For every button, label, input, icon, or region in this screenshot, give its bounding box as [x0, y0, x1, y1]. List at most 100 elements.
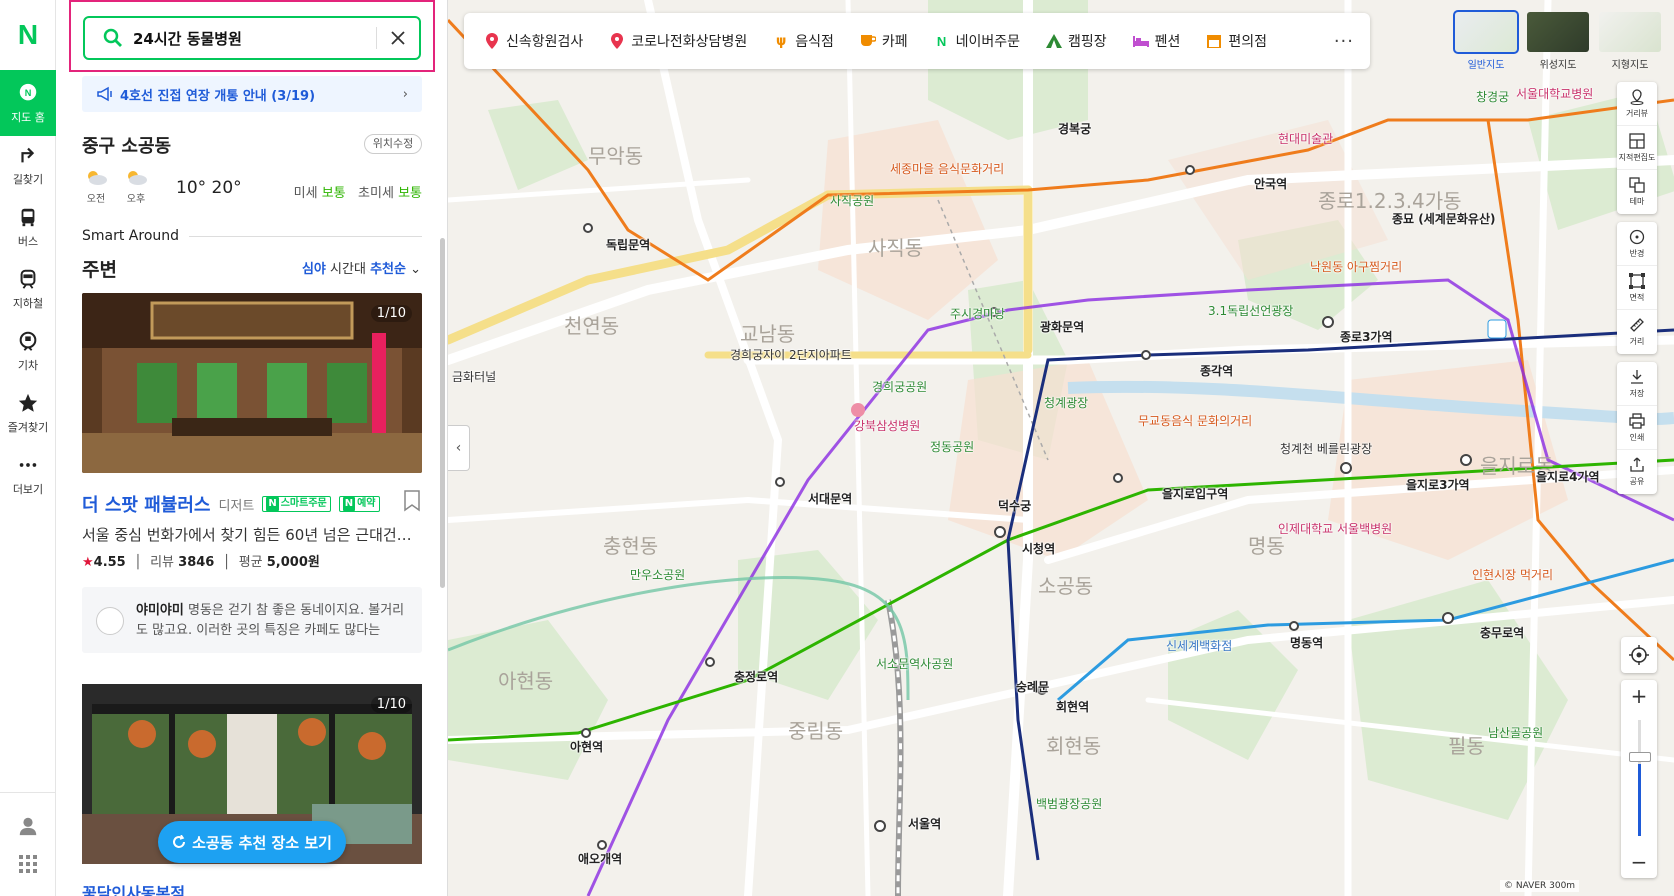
station-label[interactable]: 충무로역: [1480, 624, 1524, 641]
station-label[interactable]: 애오개역: [578, 850, 622, 867]
zoom-in-button[interactable]: +: [1621, 680, 1657, 712]
place-label[interactable]: 남산골공원: [1488, 724, 1543, 741]
radius-button[interactable]: 반경: [1617, 222, 1657, 266]
place-label[interactable]: 창경궁: [1476, 88, 1509, 105]
naver-logo[interactable]: N: [12, 21, 44, 49]
place-label[interactable]: 인현시장 먹거리: [1472, 566, 1553, 583]
place-label[interactable]: 강북삼성병원: [854, 417, 920, 434]
search-input[interactable]: 24시간 동물병원: [133, 28, 376, 49]
place1-name[interactable]: 더 스팟 패뷸러스: [82, 491, 210, 517]
apps-grid-icon[interactable]: [19, 855, 37, 873]
station-label[interactable]: 독립문역: [606, 236, 650, 253]
place-label[interactable]: 백범광장공원: [1036, 795, 1102, 812]
category-item[interactable]: 카페: [860, 31, 908, 51]
station-label[interactable]: 종로3가역: [1340, 328, 1393, 345]
notice-banner[interactable]: 4호선 진접 연장 개통 안내 (3/19) ›: [82, 76, 422, 112]
place-label[interactable]: 인제대학교 서울백병원: [1278, 520, 1392, 537]
station-label[interactable]: 서울역: [908, 815, 941, 832]
clear-search-button[interactable]: [377, 18, 419, 58]
my-location-button[interactable]: [1621, 637, 1657, 673]
map-canvas[interactable]: 무악동 교남동 사직동 종로1.2.3.4가동 천연동 충현동 소공동 명동 회…: [448, 0, 1674, 896]
nav-train[interactable]: 기차: [0, 318, 56, 384]
station-label[interactable]: 광화문역: [1040, 318, 1084, 335]
place-label[interactable]: 3.1독립선언광장: [1208, 302, 1293, 319]
station-label[interactable]: 종각역: [1200, 362, 1233, 379]
place-label[interactable]: 무교동음식 문화의거리: [1138, 412, 1252, 429]
map-type-normal[interactable]: 일반지도: [1453, 10, 1519, 71]
category-item[interactable]: 코로나전화상담병원: [609, 31, 747, 51]
recommend-places-button[interactable]: 소공동 추천 장소 보기: [158, 821, 346, 863]
map-type-terrain[interactable]: 지형지도: [1599, 12, 1661, 71]
collapse-panel-button[interactable]: ‹: [448, 425, 470, 471]
place-label[interactable]: 신세계백화점: [1166, 637, 1232, 654]
place-label[interactable]: 서울대학교병원: [1516, 85, 1593, 102]
category-item[interactable]: N 네이버주문: [934, 31, 1020, 51]
place-label[interactable]: 종묘 (세계문화유산): [1392, 210, 1495, 227]
place-label[interactable]: 경희궁자이 2단지아파트: [730, 346, 852, 363]
place1-photo[interactable]: 1/10: [82, 293, 422, 473]
place-label[interactable]: 경복궁: [1058, 120, 1091, 137]
nav-subway[interactable]: 지하철: [0, 256, 56, 322]
area-button[interactable]: 면적: [1617, 266, 1657, 310]
edit-location-button[interactable]: 위치수정: [364, 134, 422, 154]
station-label[interactable]: 시청역: [1022, 540, 1055, 557]
station-label[interactable]: 서대문역: [808, 490, 852, 507]
zoom-slider-handle[interactable]: [1629, 752, 1651, 762]
map-type-satellite[interactable]: 위성지도: [1527, 12, 1589, 71]
distance-button[interactable]: 거리: [1617, 310, 1657, 354]
temp-high: 20°: [211, 178, 242, 198]
station-label[interactable]: 을지로입구역: [1162, 485, 1228, 502]
zoom-out-button[interactable]: −: [1621, 846, 1657, 878]
nav-bus[interactable]: 버스: [0, 194, 56, 260]
category-item[interactable]: 펜션: [1132, 31, 1180, 51]
place-label[interactable]: 덕수궁: [998, 497, 1031, 514]
download-icon: [1631, 369, 1643, 384]
place-label[interactable]: 사직공원: [830, 192, 874, 209]
streetview-button[interactable]: 거리뷰: [1617, 82, 1657, 126]
nav-directions[interactable]: 길찾기: [0, 132, 56, 198]
place-label[interactable]: 경희궁공원: [872, 378, 927, 395]
place-label[interactable]: 숭례문: [1016, 678, 1049, 695]
nearby-filter[interactable]: 심야 시간대 추천순 ⌄: [302, 258, 421, 277]
print-button[interactable]: 인쇄: [1617, 406, 1657, 450]
category-item[interactable]: 캠핑장: [1046, 31, 1107, 51]
theme-button[interactable]: 테마: [1617, 170, 1657, 214]
place2-name[interactable]: 꽃담인사동본점: [82, 884, 185, 896]
station-label[interactable]: 을지로4가역: [1536, 468, 1600, 485]
search-box[interactable]: 24시간 동물병원: [83, 16, 421, 60]
chevron-down-icon: ⌄: [410, 262, 421, 277]
nav-more[interactable]: 더보기: [0, 442, 56, 508]
category-item[interactable]: 신속항원검사: [484, 31, 583, 51]
station-label[interactable]: 충정로역: [734, 668, 778, 685]
review-snippet[interactable]: 야미야미 명동은 걷기 참 좋은 동네이지요. 볼거리도 많고요. 이러한 곳의…: [82, 587, 422, 653]
place-label[interactable]: 정동공원: [930, 438, 974, 455]
place-label[interactable]: 세종마을 음식문화거리: [890, 160, 1004, 177]
place-label[interactable]: 현대미술관: [1278, 130, 1333, 147]
place-label[interactable]: 청계광장: [1044, 394, 1088, 411]
station-label[interactable]: 을지로3가역: [1406, 476, 1470, 493]
category-label: 코로나전화상담병원: [631, 34, 748, 50]
more-categories-button[interactable]: ···: [1334, 31, 1354, 52]
tool-group-views: 거리뷰 지적편집도 테마: [1617, 82, 1657, 214]
place-label[interactable]: 주시경마당: [950, 305, 1005, 322]
map-type-thumb: [1453, 10, 1519, 54]
map-type-thumb: [1599, 12, 1661, 52]
place-label[interactable]: 낙원동 아구찜거리: [1310, 258, 1402, 275]
share-button[interactable]: 공유: [1617, 450, 1657, 494]
station-label[interactable]: 안국역: [1254, 175, 1287, 192]
cadastral-button[interactable]: 지적편집도: [1617, 126, 1657, 170]
bookmark-icon[interactable]: [404, 490, 420, 512]
panel-scrollbar[interactable]: [440, 238, 445, 588]
category-item[interactable]: 편의점: [1206, 31, 1267, 51]
station-label[interactable]: 회현역: [1056, 698, 1089, 715]
station-label[interactable]: 명동역: [1290, 634, 1323, 651]
station-label[interactable]: 아현역: [570, 738, 603, 755]
nav-map-home[interactable]: N 지도 홈: [0, 70, 56, 136]
user-icon[interactable]: [17, 815, 39, 837]
category-item[interactable]: ψ 음식점: [773, 31, 834, 51]
save-button[interactable]: 저장: [1617, 362, 1657, 406]
nav-favorites[interactable]: 즐겨찾기: [0, 380, 56, 446]
place-label[interactable]: 서소문역사공원: [876, 655, 953, 672]
place-label[interactable]: 만우소공원: [630, 566, 685, 583]
place-label[interactable]: 청계천 베를린광장: [1280, 440, 1372, 457]
